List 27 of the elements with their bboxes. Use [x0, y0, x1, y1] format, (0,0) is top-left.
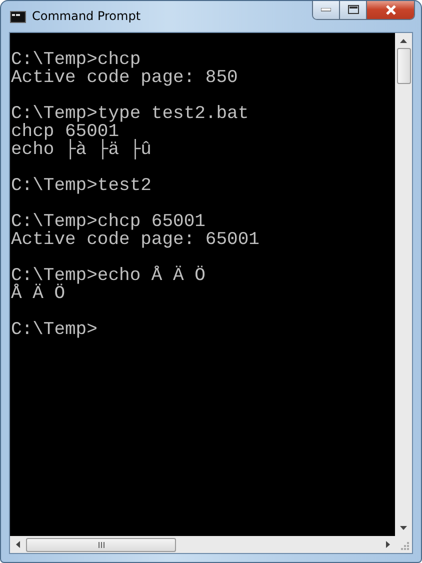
scroll-right-icon[interactable] — [386, 541, 390, 548]
close-icon — [384, 4, 396, 14]
console-line: C:\Temp>chcp 65001 — [11, 213, 206, 231]
console-line: Å Ä Ö — [11, 285, 66, 303]
window-title: Command Prompt — [32, 9, 141, 23]
console-line: C:\Temp>chcp — [11, 51, 142, 69]
console-line: echo ├à ├ä ├û — [11, 141, 152, 159]
maximize-button[interactable] — [340, 1, 367, 19]
console-line: C:\Temp>type test2.bat — [11, 105, 250, 123]
scroll-down-icon[interactable] — [400, 526, 407, 530]
close-button[interactable] — [367, 1, 414, 19]
console-icon — [10, 11, 26, 23]
console-line: Active code page: 850 — [11, 69, 239, 87]
minimize-icon — [321, 8, 331, 12]
console-line: chcp 65001 — [11, 123, 120, 141]
scroll-thumb[interactable] — [26, 538, 176, 552]
maximize-icon — [348, 5, 358, 14]
scroll-up-icon[interactable] — [400, 39, 407, 43]
console-line: C:\Temp> — [11, 321, 98, 339]
vertical-scrollbar[interactable] — [395, 33, 412, 536]
minimize-button[interactable] — [313, 1, 340, 19]
scroll-left-icon[interactable] — [16, 541, 20, 548]
console-line: C:\Temp>test2 — [11, 177, 152, 195]
scroll-thumb[interactable] — [396, 48, 410, 84]
console-line: C:\Temp>echo Å Ä Ö — [11, 267, 206, 285]
resize-grip-icon[interactable] — [398, 539, 410, 551]
console-line: Active code page: 65001 — [11, 231, 260, 249]
